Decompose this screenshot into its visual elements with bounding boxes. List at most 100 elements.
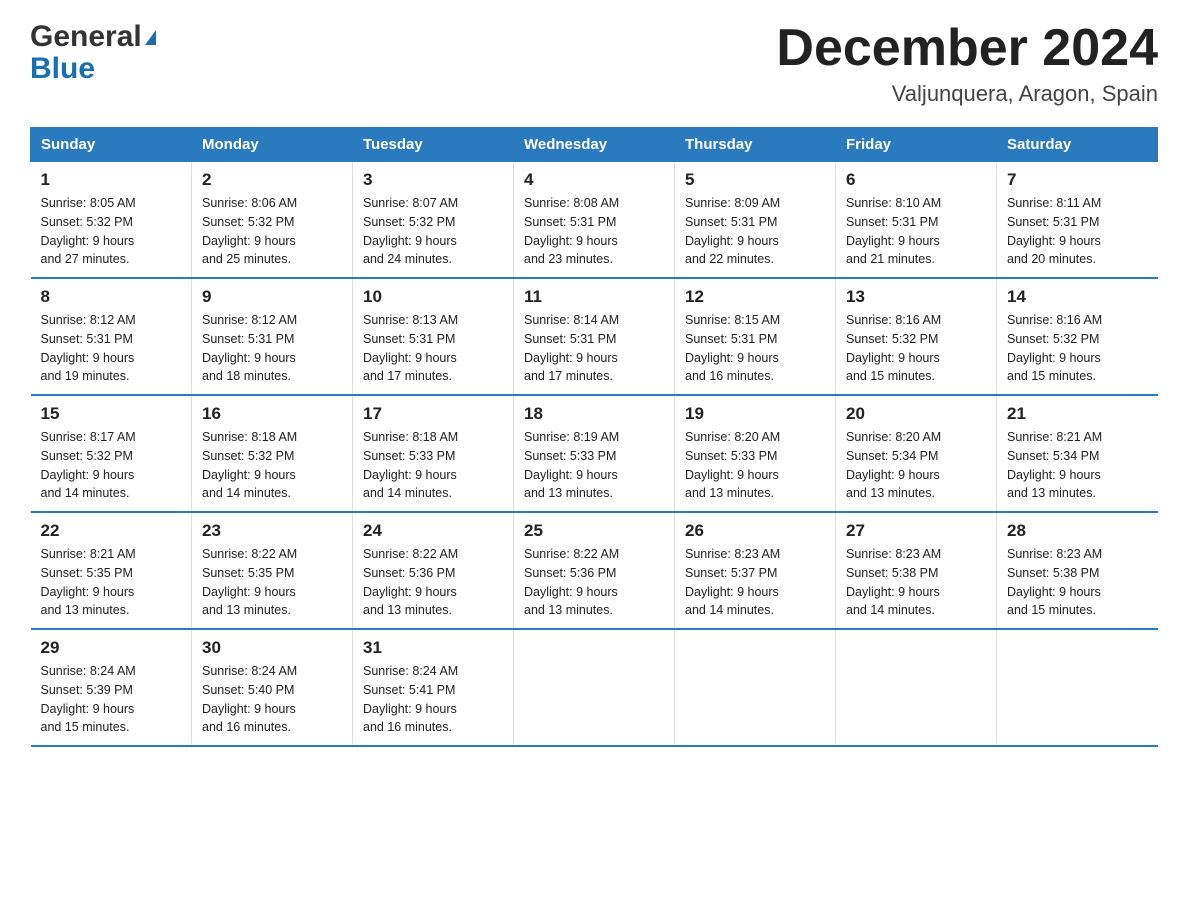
day-number: 8 xyxy=(41,287,182,307)
day-info: Sunrise: 8:10 AM Sunset: 5:31 PM Dayligh… xyxy=(846,194,986,269)
day-info: Sunrise: 8:24 AM Sunset: 5:41 PM Dayligh… xyxy=(363,662,503,737)
calendar-cell xyxy=(836,629,997,746)
day-number: 14 xyxy=(1007,287,1148,307)
header-day-monday: Monday xyxy=(192,128,353,162)
page-header: General Blue December 2024 Valjunquera, … xyxy=(30,20,1158,107)
day-info: Sunrise: 8:11 AM Sunset: 5:31 PM Dayligh… xyxy=(1007,194,1148,269)
day-info: Sunrise: 8:16 AM Sunset: 5:32 PM Dayligh… xyxy=(1007,311,1148,386)
day-number: 20 xyxy=(846,404,986,424)
calendar-cell: 29 Sunrise: 8:24 AM Sunset: 5:39 PM Dayl… xyxy=(31,629,192,746)
calendar-cell: 23 Sunrise: 8:22 AM Sunset: 5:35 PM Dayl… xyxy=(192,512,353,629)
day-info: Sunrise: 8:23 AM Sunset: 5:37 PM Dayligh… xyxy=(685,545,825,620)
calendar-table: SundayMondayTuesdayWednesdayThursdayFrid… xyxy=(30,127,1158,747)
day-number: 23 xyxy=(202,521,342,541)
calendar-cell: 6 Sunrise: 8:10 AM Sunset: 5:31 PM Dayli… xyxy=(836,162,997,279)
day-info: Sunrise: 8:20 AM Sunset: 5:34 PM Dayligh… xyxy=(846,428,986,503)
month-title: December 2024 xyxy=(776,20,1158,77)
logo-blue-text: Blue xyxy=(30,52,95,86)
calendar-week-2: 8 Sunrise: 8:12 AM Sunset: 5:31 PM Dayli… xyxy=(31,278,1158,395)
day-number: 5 xyxy=(685,170,825,190)
calendar-week-3: 15 Sunrise: 8:17 AM Sunset: 5:32 PM Dayl… xyxy=(31,395,1158,512)
logo: General Blue xyxy=(30,20,156,86)
day-number: 17 xyxy=(363,404,503,424)
day-info: Sunrise: 8:17 AM Sunset: 5:32 PM Dayligh… xyxy=(41,428,182,503)
day-number: 25 xyxy=(524,521,664,541)
calendar-cell: 27 Sunrise: 8:23 AM Sunset: 5:38 PM Dayl… xyxy=(836,512,997,629)
day-number: 6 xyxy=(846,170,986,190)
day-info: Sunrise: 8:21 AM Sunset: 5:35 PM Dayligh… xyxy=(41,545,182,620)
calendar-cell: 1 Sunrise: 8:05 AM Sunset: 5:32 PM Dayli… xyxy=(31,162,192,279)
day-number: 30 xyxy=(202,638,342,658)
calendar-cell: 30 Sunrise: 8:24 AM Sunset: 5:40 PM Dayl… xyxy=(192,629,353,746)
day-number: 18 xyxy=(524,404,664,424)
day-info: Sunrise: 8:21 AM Sunset: 5:34 PM Dayligh… xyxy=(1007,428,1148,503)
calendar-cell: 25 Sunrise: 8:22 AM Sunset: 5:36 PM Dayl… xyxy=(514,512,675,629)
calendar-cell: 9 Sunrise: 8:12 AM Sunset: 5:31 PM Dayli… xyxy=(192,278,353,395)
day-number: 2 xyxy=(202,170,342,190)
title-section: December 2024 Valjunquera, Aragon, Spain xyxy=(776,20,1158,107)
header-day-tuesday: Tuesday xyxy=(353,128,514,162)
day-number: 27 xyxy=(846,521,986,541)
day-number: 29 xyxy=(41,638,182,658)
calendar-cell xyxy=(675,629,836,746)
calendar-cell: 20 Sunrise: 8:20 AM Sunset: 5:34 PM Dayl… xyxy=(836,395,997,512)
day-number: 22 xyxy=(41,521,182,541)
day-number: 1 xyxy=(41,170,182,190)
calendar-cell: 5 Sunrise: 8:09 AM Sunset: 5:31 PM Dayli… xyxy=(675,162,836,279)
day-info: Sunrise: 8:06 AM Sunset: 5:32 PM Dayligh… xyxy=(202,194,342,269)
day-number: 4 xyxy=(524,170,664,190)
calendar-cell: 10 Sunrise: 8:13 AM Sunset: 5:31 PM Dayl… xyxy=(353,278,514,395)
calendar-cell xyxy=(997,629,1158,746)
day-info: Sunrise: 8:08 AM Sunset: 5:31 PM Dayligh… xyxy=(524,194,664,269)
day-number: 28 xyxy=(1007,521,1148,541)
logo-triangle-icon xyxy=(145,30,156,45)
calendar-cell xyxy=(514,629,675,746)
header-day-sunday: Sunday xyxy=(31,128,192,162)
calendar-cell: 7 Sunrise: 8:11 AM Sunset: 5:31 PM Dayli… xyxy=(997,162,1158,279)
day-info: Sunrise: 8:22 AM Sunset: 5:36 PM Dayligh… xyxy=(524,545,664,620)
header-day-friday: Friday xyxy=(836,128,997,162)
calendar-cell: 13 Sunrise: 8:16 AM Sunset: 5:32 PM Dayl… xyxy=(836,278,997,395)
header-day-thursday: Thursday xyxy=(675,128,836,162)
calendar-cell: 26 Sunrise: 8:23 AM Sunset: 5:37 PM Dayl… xyxy=(675,512,836,629)
calendar-cell: 3 Sunrise: 8:07 AM Sunset: 5:32 PM Dayli… xyxy=(353,162,514,279)
day-info: Sunrise: 8:20 AM Sunset: 5:33 PM Dayligh… xyxy=(685,428,825,503)
day-info: Sunrise: 8:14 AM Sunset: 5:31 PM Dayligh… xyxy=(524,311,664,386)
day-number: 7 xyxy=(1007,170,1148,190)
calendar-cell: 14 Sunrise: 8:16 AM Sunset: 5:32 PM Dayl… xyxy=(997,278,1158,395)
day-info: Sunrise: 8:15 AM Sunset: 5:31 PM Dayligh… xyxy=(685,311,825,386)
day-number: 26 xyxy=(685,521,825,541)
day-number: 13 xyxy=(846,287,986,307)
day-number: 10 xyxy=(363,287,503,307)
calendar-body: 1 Sunrise: 8:05 AM Sunset: 5:32 PM Dayli… xyxy=(31,162,1158,747)
day-number: 24 xyxy=(363,521,503,541)
day-info: Sunrise: 8:13 AM Sunset: 5:31 PM Dayligh… xyxy=(363,311,503,386)
calendar-week-4: 22 Sunrise: 8:21 AM Sunset: 5:35 PM Dayl… xyxy=(31,512,1158,629)
calendar-cell: 21 Sunrise: 8:21 AM Sunset: 5:34 PM Dayl… xyxy=(997,395,1158,512)
day-number: 12 xyxy=(685,287,825,307)
day-info: Sunrise: 8:22 AM Sunset: 5:35 PM Dayligh… xyxy=(202,545,342,620)
calendar-cell: 2 Sunrise: 8:06 AM Sunset: 5:32 PM Dayli… xyxy=(192,162,353,279)
calendar-cell: 31 Sunrise: 8:24 AM Sunset: 5:41 PM Dayl… xyxy=(353,629,514,746)
day-info: Sunrise: 8:09 AM Sunset: 5:31 PM Dayligh… xyxy=(685,194,825,269)
calendar-cell: 24 Sunrise: 8:22 AM Sunset: 5:36 PM Dayl… xyxy=(353,512,514,629)
calendar-cell: 28 Sunrise: 8:23 AM Sunset: 5:38 PM Dayl… xyxy=(997,512,1158,629)
header-day-saturday: Saturday xyxy=(997,128,1158,162)
day-info: Sunrise: 8:23 AM Sunset: 5:38 PM Dayligh… xyxy=(1007,545,1148,620)
day-info: Sunrise: 8:24 AM Sunset: 5:40 PM Dayligh… xyxy=(202,662,342,737)
day-number: 9 xyxy=(202,287,342,307)
day-info: Sunrise: 8:16 AM Sunset: 5:32 PM Dayligh… xyxy=(846,311,986,386)
day-info: Sunrise: 8:18 AM Sunset: 5:32 PM Dayligh… xyxy=(202,428,342,503)
day-info: Sunrise: 8:05 AM Sunset: 5:32 PM Dayligh… xyxy=(41,194,182,269)
calendar-week-1: 1 Sunrise: 8:05 AM Sunset: 5:32 PM Dayli… xyxy=(31,162,1158,279)
calendar-cell: 22 Sunrise: 8:21 AM Sunset: 5:35 PM Dayl… xyxy=(31,512,192,629)
calendar-cell: 15 Sunrise: 8:17 AM Sunset: 5:32 PM Dayl… xyxy=(31,395,192,512)
day-info: Sunrise: 8:22 AM Sunset: 5:36 PM Dayligh… xyxy=(363,545,503,620)
day-number: 15 xyxy=(41,404,182,424)
calendar-cell: 12 Sunrise: 8:15 AM Sunset: 5:31 PM Dayl… xyxy=(675,278,836,395)
calendar-cell: 16 Sunrise: 8:18 AM Sunset: 5:32 PM Dayl… xyxy=(192,395,353,512)
day-number: 11 xyxy=(524,287,664,307)
calendar-cell: 8 Sunrise: 8:12 AM Sunset: 5:31 PM Dayli… xyxy=(31,278,192,395)
calendar-cell: 17 Sunrise: 8:18 AM Sunset: 5:33 PM Dayl… xyxy=(353,395,514,512)
location-title: Valjunquera, Aragon, Spain xyxy=(776,81,1158,107)
